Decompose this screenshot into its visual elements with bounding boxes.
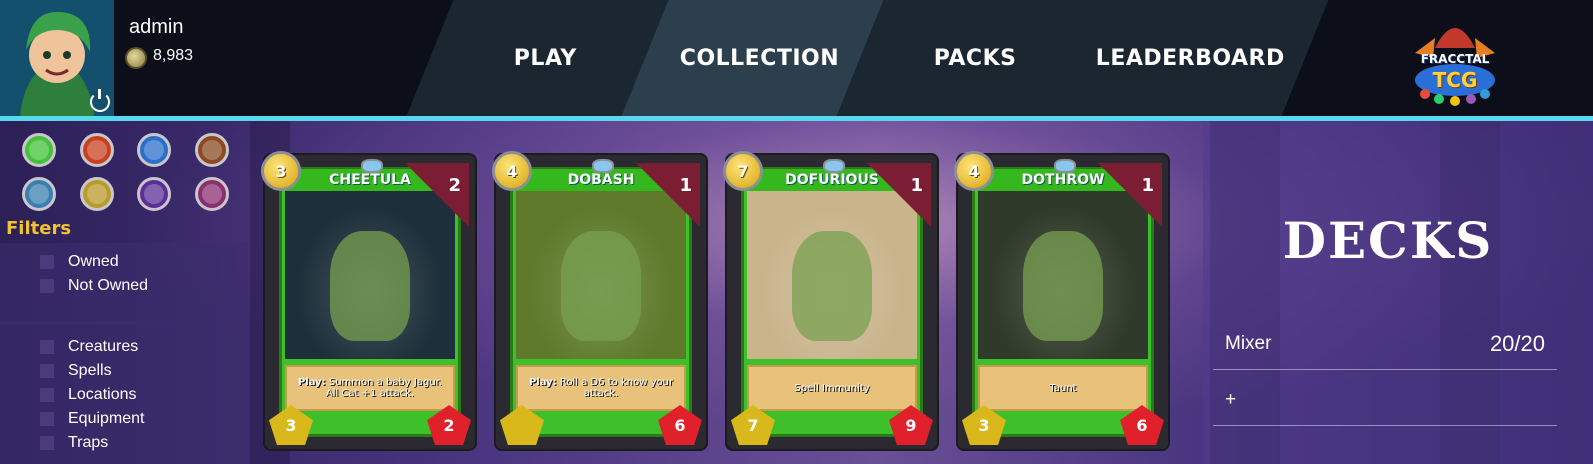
card-owned-count: 2 [448, 175, 461, 196]
filter-label: Creatures [68, 338, 139, 355]
rarity-gem-icon [1054, 159, 1076, 173]
creature-illustration [1023, 231, 1103, 341]
rarity-gem-icon [823, 159, 845, 173]
ability-label: Play: [297, 377, 326, 388]
card-dofurious[interactable]: DOFURIOUS 1 7 Spell Immunity 7 9 [723, 151, 937, 449]
filter-checkbox[interactable] [40, 279, 54, 293]
card-ability-text: Spell Immunity [747, 365, 917, 411]
deck-row[interactable]: Mixer 20/20 [1213, 331, 1557, 370]
tab-collection-label: COLLECTION [680, 45, 840, 71]
ability-text: Spell Immunity [794, 382, 870, 394]
game-logo: FRACCTAL TCG [1405, 8, 1505, 108]
card-cheetula[interactable]: CHEETULA 2 3 Play: Summon a baby Jagur. All… [261, 151, 475, 449]
card-name: DOTHROW [1021, 172, 1105, 188]
ability-label: Play: [528, 377, 557, 388]
ability-text: Roll a D6 to know your attack. [559, 377, 674, 399]
filter-label: Traps [68, 434, 109, 451]
creature-illustration [561, 231, 641, 341]
filter-owned[interactable]: Owned [40, 251, 119, 273]
mana-cost: 3 [261, 151, 301, 191]
filter-locations[interactable]: Locations [40, 384, 137, 406]
light-icon [87, 184, 107, 204]
filter-checkbox[interactable] [40, 436, 54, 450]
card-ability-text: Play: Summon a baby Jagur. All Cat +1 at… [285, 365, 455, 411]
logo-line2: TCG [1432, 68, 1478, 92]
filter-not-owned[interactable]: Not Owned [40, 275, 148, 297]
card-owned-count: 1 [910, 175, 923, 196]
element-filter-fire[interactable] [80, 133, 114, 167]
dark-icon [144, 184, 164, 204]
card-dothrow[interactable]: DOTHROW 1 4 Taunt 3 6 [954, 151, 1168, 449]
filter-checkbox[interactable] [40, 388, 54, 402]
power-icon[interactable] [90, 89, 110, 112]
mana-cost: 4 [492, 151, 532, 191]
element-filter-ice[interactable] [22, 177, 56, 211]
player-avatar[interactable] [0, 0, 114, 116]
card-name: DOBASH [567, 172, 635, 188]
filters-heading: Filters [6, 218, 72, 239]
tab-leaderboard[interactable]: LEADERBOARD [1051, 0, 1329, 116]
ability-text: Taunt [1049, 382, 1077, 394]
filter-traps[interactable]: Traps [40, 432, 108, 454]
card-owned-count: 1 [679, 175, 692, 196]
card-name: CHEETULA [329, 172, 411, 188]
logo-line1: FRACCTAL [1420, 52, 1490, 66]
filter-label: Owned [68, 253, 119, 270]
filter-equipment[interactable]: Equipment [40, 408, 145, 430]
leaf-icon [29, 140, 49, 160]
card-owned-count: 1 [1141, 175, 1154, 196]
tab-play-label: PLAY [513, 45, 577, 71]
rarity-gem-icon [361, 159, 383, 173]
element-filter-water[interactable] [137, 133, 171, 167]
creature-illustration [792, 231, 872, 341]
ice-icon [29, 184, 49, 204]
spiral-icon [202, 184, 222, 204]
card-ability-text: Taunt [978, 365, 1148, 411]
filter-label: Spells [68, 362, 112, 379]
card-name: DOFURIOUS [785, 172, 879, 188]
rarity-gem-icon [592, 159, 614, 173]
fire-icon [87, 140, 107, 160]
coin-icon [125, 47, 147, 69]
element-filter-spiral[interactable] [195, 177, 229, 211]
water-icon [144, 140, 164, 160]
filter-spells[interactable]: Spells [40, 360, 112, 382]
mana-cost: 7 [723, 151, 763, 191]
decks-title: DECKS [1282, 211, 1494, 270]
element-filter-earth[interactable] [195, 133, 229, 167]
filter-label: Not Owned [68, 277, 149, 294]
ability-text: Summon a baby Jagur. All Cat +1 attack. [325, 377, 443, 399]
decks-panel: DECKS Mixer 20/20 + [1203, 121, 1593, 464]
filter-label: Equipment [68, 410, 145, 427]
element-filter-light[interactable] [80, 177, 114, 211]
filter-checkbox[interactable] [40, 255, 54, 269]
filter-checkbox[interactable] [40, 340, 54, 354]
card-dobash[interactable]: DOBASH 1 4 Play: Roll a D6 to know your att… [492, 151, 706, 449]
element-filter-dark[interactable] [137, 177, 171, 211]
deck-card-count: 20/20 [1489, 331, 1545, 356]
card-ability-text: Play: Roll a D6 to know your attack. [516, 365, 686, 411]
add-deck-label: + [1225, 389, 1237, 410]
filter-checkbox[interactable] [40, 364, 54, 378]
filter-creatures[interactable]: Creatures [40, 336, 138, 358]
deck-name: Mixer [1225, 333, 1272, 354]
tab-leaderboard-label: LEADERBOARD [1095, 45, 1285, 71]
element-filter-leaf[interactable] [22, 133, 56, 167]
coin-balance: 8,983 [153, 47, 194, 64]
tab-packs-label: PACKS [933, 45, 1017, 71]
player-name: admin [129, 16, 184, 38]
filter-label: Locations [68, 386, 137, 403]
mana-cost: 4 [954, 151, 994, 191]
earth-icon [202, 140, 222, 160]
creature-illustration [330, 231, 410, 341]
filter-checkbox[interactable] [40, 412, 54, 426]
add-deck-button[interactable]: + [1213, 389, 1557, 426]
